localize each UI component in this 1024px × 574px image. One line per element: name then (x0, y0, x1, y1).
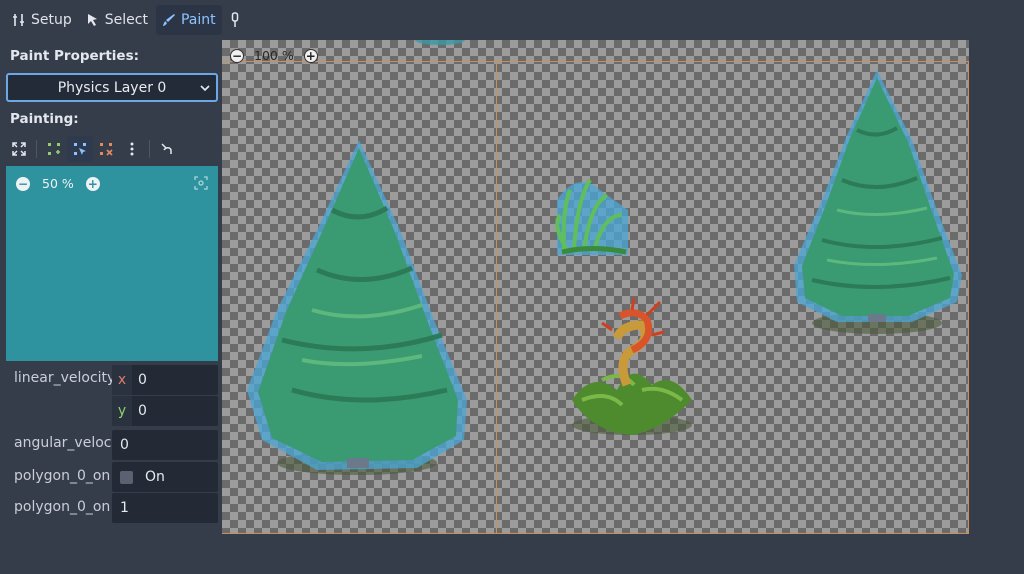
select-arrow-icon (87, 14, 97, 26)
preview-zoom-level: 50 % (42, 176, 74, 191)
delete-points-icon (100, 143, 113, 156)
grass-sprite[interactable] (555, 178, 628, 255)
fullscreen-button[interactable] (6, 136, 32, 162)
more-options-button[interactable] (119, 136, 145, 162)
flip-icon (161, 143, 172, 154)
polygon-one-way-value: On (145, 469, 165, 485)
more-icon (130, 142, 134, 156)
polygon-tools (6, 136, 218, 162)
zoom-out-icon[interactable]: − (230, 48, 244, 63)
edit-points-button[interactable] (67, 136, 93, 162)
separator (36, 140, 37, 158)
add-points-button[interactable] (41, 136, 67, 162)
paint-tab[interactable]: Paint (155, 5, 222, 35)
pin-button[interactable] (224, 5, 246, 35)
linear-velocity-x-field[interactable]: x 0 (112, 365, 218, 395)
y-axis-label: y (112, 396, 132, 426)
viewport-zoom-controls: − 100 % + (230, 48, 318, 63)
top-toolbar: Setup Select Paint (0, 0, 1024, 40)
paint-panel: Paint Properties: Physics Layer 0 Painti… (0, 40, 222, 574)
chevron-down-icon (200, 85, 210, 92)
pin-icon (231, 12, 238, 27)
polygon-one-way-margin-label: polygon_0_on (14, 499, 111, 515)
angular-velocity-value: 0 (120, 437, 129, 453)
add-points-icon (48, 143, 60, 155)
polygon-one-way-label: polygon_0_on (14, 468, 111, 484)
painting-heading: Painting: (10, 111, 79, 127)
paint-properties-heading: Paint Properties: (10, 48, 140, 64)
tile-atlas-viewport[interactable]: − 100 % + (222, 40, 1024, 574)
layer-select[interactable]: Physics Layer 0 (6, 73, 218, 102)
right-tree-sprite[interactable] (794, 70, 962, 334)
x-axis-label: x (112, 365, 132, 395)
angular-velocity-field[interactable]: 0 (112, 430, 218, 460)
setup-label: Setup (31, 12, 72, 28)
preview-zoom-controls: − 50 % + (16, 176, 100, 191)
viewport-zoom-level: 100 % (254, 48, 294, 63)
paint-brush-icon (162, 14, 175, 26)
delete-points-button[interactable] (93, 136, 119, 162)
center-view-icon[interactable] (194, 176, 208, 190)
atlas-sprites (247, 40, 962, 475)
large-tree-sprite[interactable] (247, 140, 467, 475)
layer-select-value: Physics Layer 0 (57, 79, 167, 96)
linear-velocity-y-value: 0 (138, 403, 147, 419)
separator (149, 140, 150, 158)
paint-label: Paint (180, 12, 216, 28)
polygon-one-way-margin-value: 1 (120, 500, 129, 516)
tool-setup-icon (13, 14, 24, 26)
checkbox-icon (120, 470, 133, 484)
zoom-out-icon[interactable]: − (16, 176, 30, 191)
fire-plant-sprite[interactable] (572, 297, 692, 435)
linear-velocity-label: linear_velocity (14, 370, 116, 386)
select-label: Select (104, 12, 148, 28)
linear-velocity-y-field[interactable]: y 0 (112, 396, 218, 426)
fullscreen-icon (12, 142, 26, 156)
zoom-in-icon[interactable]: + (85, 176, 100, 191)
polygon-one-way-checkbox[interactable]: On (112, 462, 218, 492)
angular-velocity-label: angular_veloci (14, 435, 116, 451)
polygon-one-way-margin-field[interactable]: 1 (112, 493, 218, 523)
flip-button[interactable] (154, 136, 180, 162)
edit-points-icon (74, 143, 86, 155)
partial-sprite (415, 40, 465, 45)
setup-tab[interactable]: Setup (6, 5, 78, 35)
zoom-in-icon[interactable]: + (303, 48, 318, 63)
select-tab[interactable]: Select (80, 5, 154, 35)
tile-preview[interactable]: − 50 % + (6, 166, 218, 361)
linear-velocity-x-value: 0 (138, 372, 147, 388)
